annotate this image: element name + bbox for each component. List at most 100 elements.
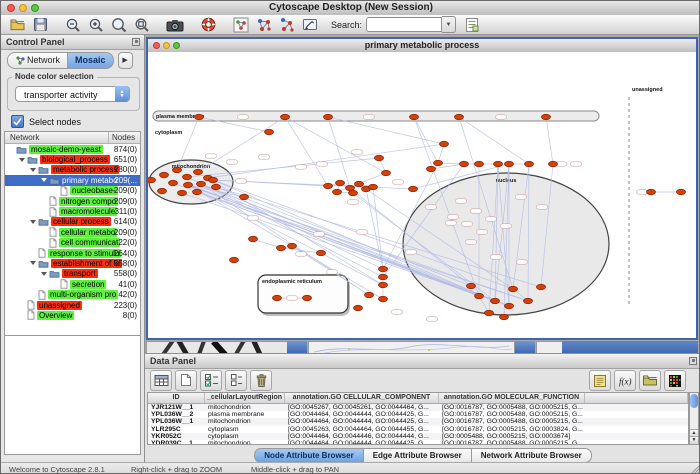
network-node[interactable]: [197, 181, 206, 187]
tree-item-metabolic-process[interactable]: metabolic process280(0): [5, 165, 140, 175]
network-node[interactable]: [273, 295, 282, 301]
expander-icon[interactable]: [30, 261, 36, 265]
new-attribute-icon[interactable]: [175, 370, 197, 391]
birds-eye-view[interactable]: [4, 335, 141, 455]
column-header-0[interactable]: ID: [148, 393, 205, 403]
network-node[interactable]: [379, 296, 388, 302]
vizmapper-icon[interactable]: [231, 16, 251, 34]
network-node[interactable]: [183, 174, 192, 180]
network-node[interactable]: [265, 129, 274, 135]
function-builder-icon[interactable]: f(x): [614, 370, 636, 391]
network-node[interactable]: [354, 305, 363, 311]
table-row[interactable]: YDR039C__1mitochondrion[GO:0044464, GO:0…: [148, 440, 688, 445]
network-node[interactable]: [647, 189, 656, 195]
network-node[interactable]: [355, 181, 364, 187]
network-node[interactable]: [475, 161, 484, 167]
network-node[interactable]: [324, 183, 333, 189]
column-header-3[interactable]: annotation.GO MOLECULAR_FUNCTION: [439, 393, 585, 403]
network-node[interactable]: [509, 286, 518, 292]
close-view-icon[interactable]: [153, 42, 160, 49]
column-header-2[interactable]: annotation.GO CELLULAR_COMPONENT: [285, 393, 439, 403]
network-node[interactable]: [409, 186, 418, 192]
tree-item-nitrogen-compo[interactable]: nitrogen compo209(0): [5, 196, 140, 206]
resize-grip-icon[interactable]: [691, 465, 700, 474]
zoom-out-icon[interactable]: [63, 16, 83, 34]
network-node[interactable]: [209, 177, 218, 183]
network-node[interactable]: [410, 114, 419, 120]
scrollbar-thumb[interactable]: [690, 394, 698, 408]
tree-item-cell-communicat[interactable]: cell communicat22(0): [5, 238, 140, 248]
unselect-attributes-icon[interactable]: [225, 370, 247, 391]
network-node[interactable]: [525, 161, 534, 167]
network-node[interactable]: [500, 314, 509, 320]
snapshot-camera-icon[interactable]: [165, 16, 185, 34]
expander-icon[interactable]: [19, 158, 25, 162]
save-session-icon[interactable]: [30, 16, 50, 34]
tab-mosaic[interactable]: Mosaic: [68, 52, 114, 69]
network-node[interactable]: [427, 166, 436, 172]
network-node[interactable]: [455, 114, 464, 120]
table-scrollbar[interactable]: ▲ ▼: [689, 392, 699, 445]
tab-overflow-button[interactable]: ▶: [118, 52, 133, 69]
network-node[interactable]: [212, 184, 221, 190]
layout-network-icon[interactable]: [254, 16, 274, 34]
network-canvas[interactable]: plasma membranecytoplasmmitochondrionnuc…: [148, 52, 696, 338]
zoom-selected-icon[interactable]: [109, 16, 129, 34]
network-node[interactable]: [148, 177, 156, 183]
network-node[interactable]: [160, 172, 169, 178]
annotation-icon[interactable]: [300, 16, 320, 34]
tree-item-primary-metabo[interactable]: primary metabo209(...: [5, 175, 140, 185]
network-node[interactable]: [336, 180, 345, 186]
zoom-window-icon[interactable]: [31, 4, 39, 12]
delete-attribute-icon[interactable]: [250, 370, 272, 391]
network-node[interactable]: [379, 282, 388, 288]
table-row[interactable]: YPL036W__2plasma membrane[GO:0044464, GO…: [148, 411, 688, 418]
table-row[interactable]: YLR295Ccytoplasm[GO:0045263, GO:0044464,…: [148, 426, 688, 433]
tab-network[interactable]: Network: [7, 52, 68, 69]
network-node[interactable]: [365, 292, 374, 298]
network-node[interactable]: [505, 303, 514, 309]
network-node[interactable]: [434, 160, 443, 166]
tree-item-cellular-metabo[interactable]: cellular metabo209(0): [5, 227, 140, 237]
tab-node-attribute-browser[interactable]: Node Attribute Browser: [254, 448, 364, 462]
network-node[interactable]: [169, 180, 178, 186]
network-node[interactable]: [505, 161, 514, 167]
open-file-icon[interactable]: [7, 16, 27, 34]
network-node[interactable]: [240, 194, 249, 200]
expander-icon[interactable]: [41, 178, 47, 182]
table-row[interactable]: YKR052Ccytoplasm[GO:0044464, GO:0044446,…: [148, 433, 688, 440]
expander-icon[interactable]: [30, 220, 36, 224]
network-node[interactable]: [440, 141, 449, 147]
column-header-1[interactable]: _cellularLayoutRegion: [205, 393, 285, 403]
network-node[interactable]: [184, 182, 193, 188]
zoom-view-icon[interactable]: [173, 42, 180, 49]
select-nodes-checkbox[interactable]: [11, 115, 24, 128]
float-panel-icon[interactable]: [132, 38, 140, 46]
network-node[interactable]: [178, 190, 187, 196]
layout-tree-icon[interactable]: [277, 16, 297, 34]
tree-item-unassigned[interactable]: unassigned223(0): [5, 300, 140, 310]
network-window-titlebar[interactable]: primary metabolic process: [148, 39, 696, 53]
table-row[interactable]: YPL036W__1mitochondrion[GO:0044464, GO:0…: [148, 418, 688, 425]
network-node[interactable]: [375, 155, 384, 161]
scroll-down-icon[interactable]: ▼: [690, 436, 698, 444]
network-node[interactable]: [349, 190, 358, 196]
network-node[interactable]: [193, 189, 202, 195]
network-node[interactable]: [230, 257, 239, 263]
network-node[interactable]: [369, 184, 378, 190]
network-node[interactable]: [382, 170, 391, 176]
network-node[interactable]: [379, 266, 388, 272]
notes-icon[interactable]: [589, 370, 611, 391]
tree-item-macromolecule[interactable]: macromolecule311(0): [5, 206, 140, 216]
select-attributes-icon[interactable]: [200, 370, 222, 391]
network-node[interactable]: [194, 169, 203, 175]
network-node[interactable]: [303, 295, 312, 301]
network-node[interactable]: [173, 167, 182, 173]
network-node[interactable]: [379, 274, 388, 280]
float-panel-icon[interactable]: [689, 357, 697, 365]
expander-icon[interactable]: [41, 272, 47, 276]
heatmap-icon[interactable]: [664, 370, 686, 391]
network-node[interactable]: [549, 161, 558, 167]
tab-edge-attribute-browser[interactable]: Edge Attribute Browser: [364, 448, 471, 462]
node-color-dropdown[interactable]: transporter activity ▲▼: [15, 86, 130, 102]
